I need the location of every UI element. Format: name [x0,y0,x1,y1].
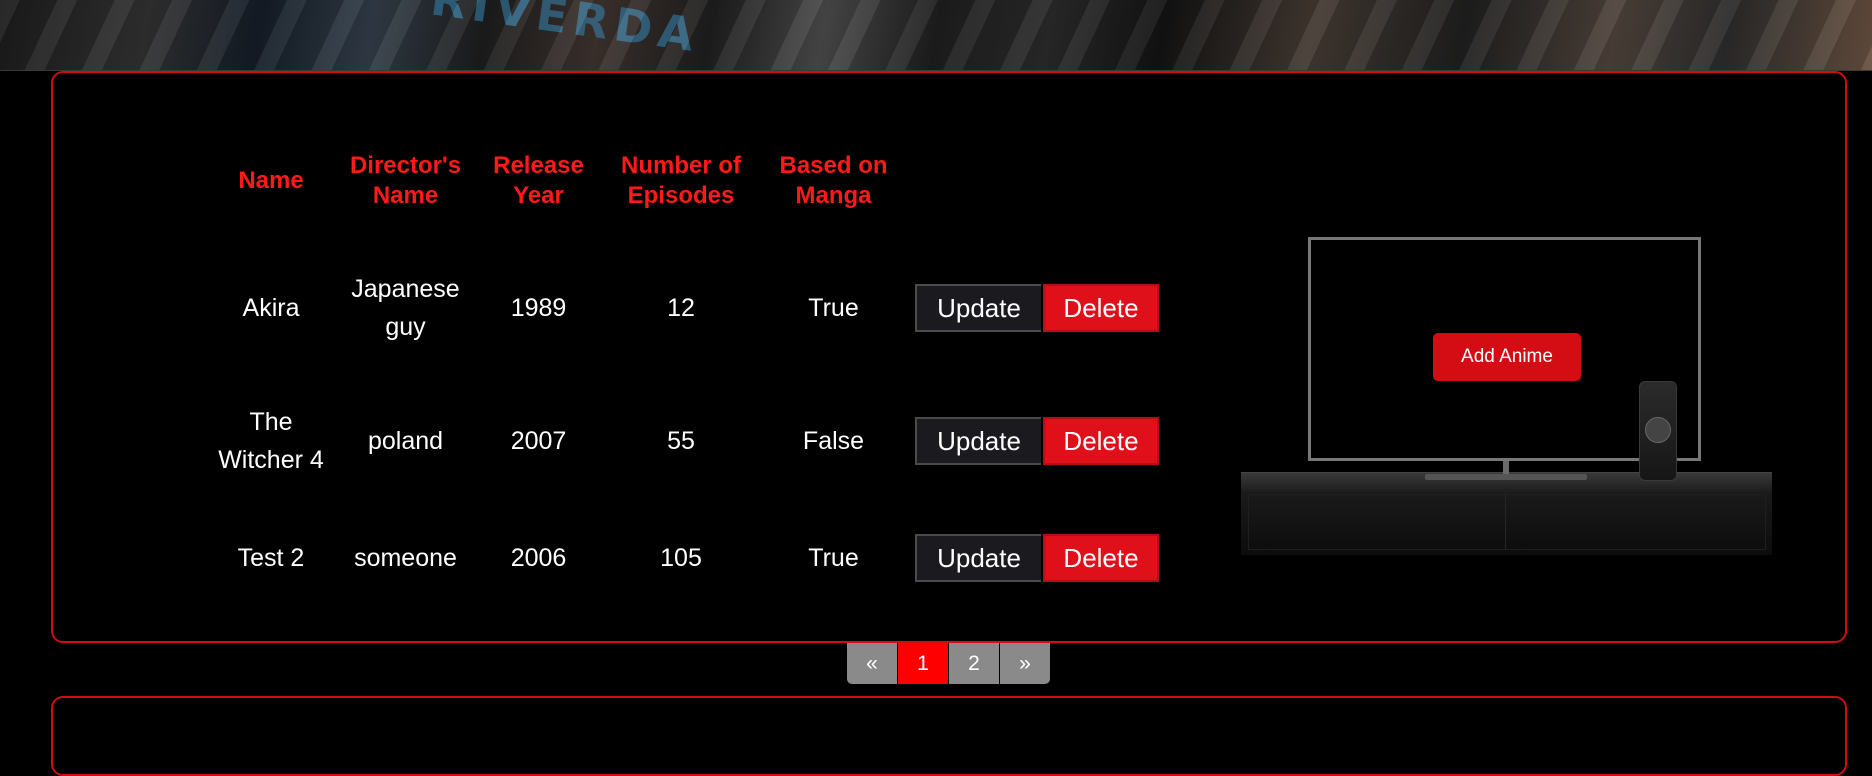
cell-name: The Witcher 4 [218,408,324,474]
cell-director: Japanese guy [351,275,460,341]
cell-manga: True [808,544,859,572]
pagination-page-2[interactable]: 2 [949,643,999,684]
banner-text: RIVERDA [427,0,704,63]
table-header-row: Name Director's Name Release Year Number… [213,150,900,212]
header-release-year: Release Year [493,152,584,209]
cell-manga: False [802,427,865,455]
table-row: The Witcher 4 poland 2007 55 False Updat… [213,384,1159,498]
cell-year: 2007 [510,427,567,455]
secondary-card [51,696,1847,776]
table-row: Test 2 someone 2006 105 True Update Dele… [213,533,1159,583]
add-anime-button[interactable]: Add Anime [1433,333,1581,381]
pagination-prev[interactable]: « [847,643,897,684]
pagination-next[interactable]: » [1000,643,1050,684]
delete-button[interactable]: Delete [1043,417,1159,465]
cell-director: someone [354,544,457,572]
pagination: « 1 2 » [847,643,1051,684]
delete-button[interactable]: Delete [1043,284,1159,332]
cell-year: 1989 [510,294,567,322]
remote-dial [1645,417,1671,443]
header-name: Name [238,167,304,194]
header-based-on-manga: Based on Manga [779,152,888,209]
delete-button[interactable]: Delete [1043,534,1159,582]
header-episodes: Number of Episodes [621,152,741,209]
table-row: Akira Japanese guy 1989 12 True Update D… [213,270,1159,346]
cell-director: poland [367,427,444,455]
tv-stand-drawers [1248,494,1766,550]
cell-episodes: 105 [660,544,702,572]
row-actions: Update Delete [915,417,1159,465]
update-button[interactable]: Update [915,417,1041,465]
row-actions: Update Delete [915,534,1159,582]
header-director: Director's Name [349,152,462,209]
tv-foot [1425,474,1587,480]
cell-manga: True [808,294,859,322]
cell-name: Test 2 [237,544,305,572]
update-button[interactable]: Update [915,534,1041,582]
cell-episodes: 12 [667,294,695,322]
row-actions: Update Delete [915,284,1159,332]
cell-episodes: 55 [667,427,695,455]
tv-stand-divider [1505,494,1506,550]
cell-year: 2006 [510,544,567,572]
header-banner: RIVERDA [0,0,1872,71]
pagination-page-1[interactable]: 1 [898,643,948,684]
update-button[interactable]: Update [915,284,1041,332]
cell-name: Akira [242,294,300,322]
